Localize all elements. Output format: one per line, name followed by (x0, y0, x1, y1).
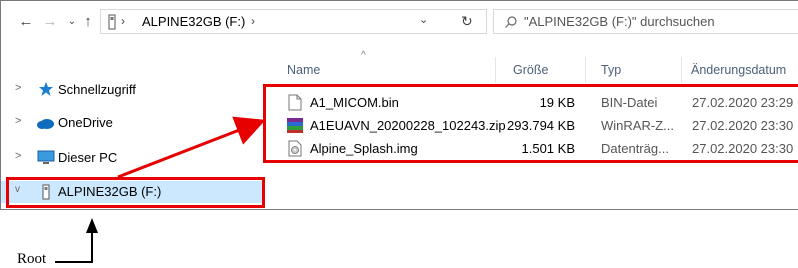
root-annotation-label: Root (17, 251, 47, 267)
red-arrow (117, 116, 266, 179)
root-arrow (55, 232, 93, 263)
root-arrow-head (86, 218, 98, 233)
annotation-arrows (55, 116, 266, 263)
